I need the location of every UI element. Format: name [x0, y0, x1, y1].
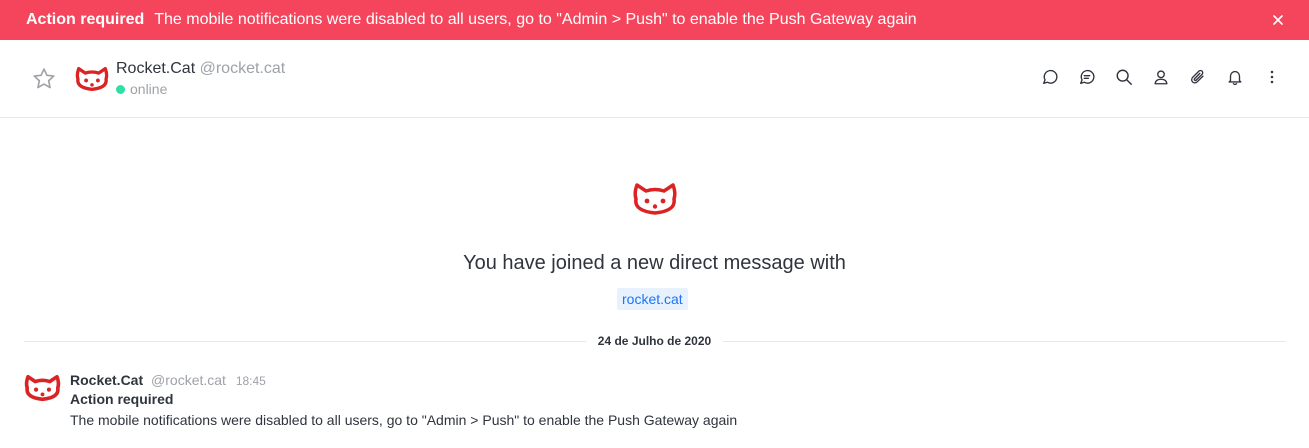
- message-timestamp: 18:45: [235, 374, 266, 388]
- attachment-icon[interactable]: [1188, 67, 1208, 87]
- message-username: @rocket.cat: [151, 372, 226, 388]
- favorite-star-icon[interactable]: [31, 66, 57, 92]
- room-username: @rocket.cat: [199, 60, 286, 77]
- notifications-icon[interactable]: [1225, 67, 1245, 87]
- message-author[interactable]: Rocket.Cat: [70, 372, 143, 388]
- members-icon[interactable]: [1151, 67, 1171, 87]
- message-body: The mobile notifications were disabled t…: [70, 412, 738, 428]
- welcome-message: You have joined a new direct message wit…: [463, 252, 846, 274]
- discussion-icon[interactable]: [1040, 67, 1060, 87]
- close-icon[interactable]: [1269, 11, 1287, 29]
- status-label: online: [130, 81, 168, 97]
- room-toolbar: [1040, 67, 1282, 87]
- date-divider: 24 de Julho de 2020: [0, 334, 1309, 348]
- threads-icon[interactable]: [1077, 67, 1097, 87]
- room-header: Rocket.Cat @rocket.cat online: [0, 40, 1309, 118]
- banner-title: Action required: [26, 11, 145, 28]
- search-icon[interactable]: [1114, 67, 1134, 87]
- action-required-banner: Action required The mobile notifications…: [0, 0, 1309, 40]
- user-mention[interactable]: rocket.cat: [617, 288, 688, 310]
- rocket-cat-logo-icon: [632, 181, 678, 217]
- room-name: Rocket.Cat: [116, 60, 196, 77]
- banner-text: The mobile notifications were disabled t…: [154, 11, 917, 28]
- online-status-dot: [116, 84, 125, 94]
- room-title: Rocket.Cat @rocket.cat: [116, 60, 285, 78]
- message-avatar[interactable]: [24, 372, 61, 404]
- kebab-menu-icon[interactable]: [1262, 67, 1282, 87]
- message-header: Rocket.Cat @rocket.cat 18:45: [70, 372, 266, 388]
- date-divider-label: 24 de Julho de 2020: [585, 334, 724, 348]
- avatar[interactable]: [75, 64, 109, 94]
- message-title: Action required: [70, 391, 174, 407]
- room-status: online: [116, 81, 167, 97]
